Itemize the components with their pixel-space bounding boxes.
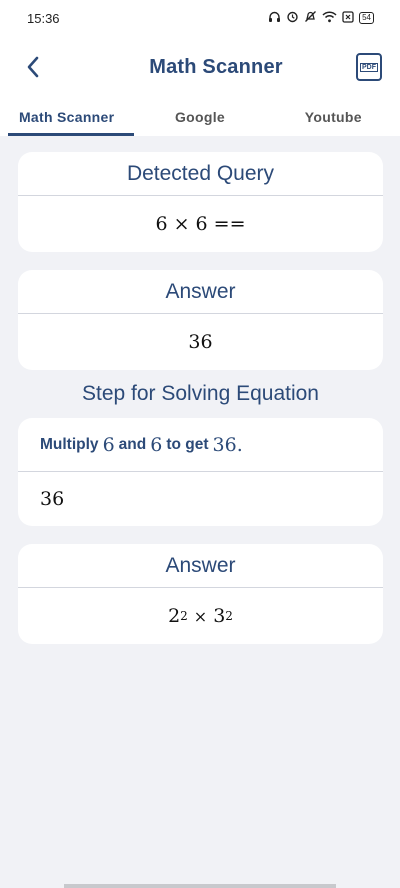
step-operand-b: 6 — [150, 433, 163, 456]
tab-bar: Math Scanner Google Youtube — [0, 98, 400, 136]
detected-query-value: 6 × 6 == — [155, 213, 246, 235]
chevron-left-icon — [27, 56, 39, 78]
step-operand-a: 6 — [102, 433, 115, 456]
alarm-icon — [286, 10, 299, 26]
answer-title: Answer — [18, 270, 383, 314]
mute-icon — [304, 10, 317, 26]
step-text-to-get: to get — [166, 435, 209, 453]
sim-x-icon — [342, 10, 354, 26]
battery-indicator: 54 — [359, 12, 374, 24]
status-bar: 15:36 54 — [0, 0, 400, 36]
step-description: Multiply 6 and 6 to get 36. — [18, 418, 383, 472]
detected-query-card: Detected Query 6 × 6 == — [18, 152, 383, 252]
headphones-icon — [268, 11, 281, 26]
step-result-inline: 36 — [212, 433, 237, 456]
tab-math-scanner[interactable]: Math Scanner — [0, 98, 133, 136]
step-period: . — [236, 433, 243, 456]
app-bar: Math Scanner PDF — [0, 36, 400, 98]
wifi-icon — [322, 10, 337, 26]
tab-youtube[interactable]: Youtube — [267, 98, 400, 136]
tab-google[interactable]: Google — [133, 98, 266, 136]
factor-base-2: 3 — [213, 605, 226, 627]
times-symbol: × — [193, 606, 208, 626]
page-title: Math Scanner — [149, 55, 283, 78]
factorization-answer-value: 22 × 32 — [168, 605, 233, 627]
answer-value: 36 — [188, 331, 213, 353]
step-text-multiply: Multiply — [40, 435, 99, 453]
gesture-home-bar[interactable] — [64, 884, 336, 888]
step-result: 36 — [40, 488, 65, 510]
detected-query-title: Detected Query — [18, 152, 383, 196]
factorization-answer-card: Answer 22 × 32 — [18, 544, 383, 644]
status-icons: 54 — [268, 10, 374, 26]
pdf-icon: PDF — [359, 62, 378, 72]
step-card: Multiply 6 and 6 to get 36. 36 — [18, 418, 383, 526]
status-time: 15:36 — [27, 10, 60, 26]
back-button[interactable] — [18, 52, 48, 82]
factor-base-1: 2 — [168, 605, 181, 627]
active-tab-indicator — [8, 133, 134, 136]
pdf-export-button[interactable]: PDF — [355, 53, 382, 81]
main-content: Detected Query 6 × 6 == Answer 36 Step f… — [0, 136, 400, 644]
answer-card: Answer 36 — [18, 270, 383, 370]
step-text-and: and — [118, 435, 147, 453]
steps-section-title: Step for Solving Equation — [82, 382, 319, 405]
factorization-answer-title: Answer — [18, 544, 383, 588]
